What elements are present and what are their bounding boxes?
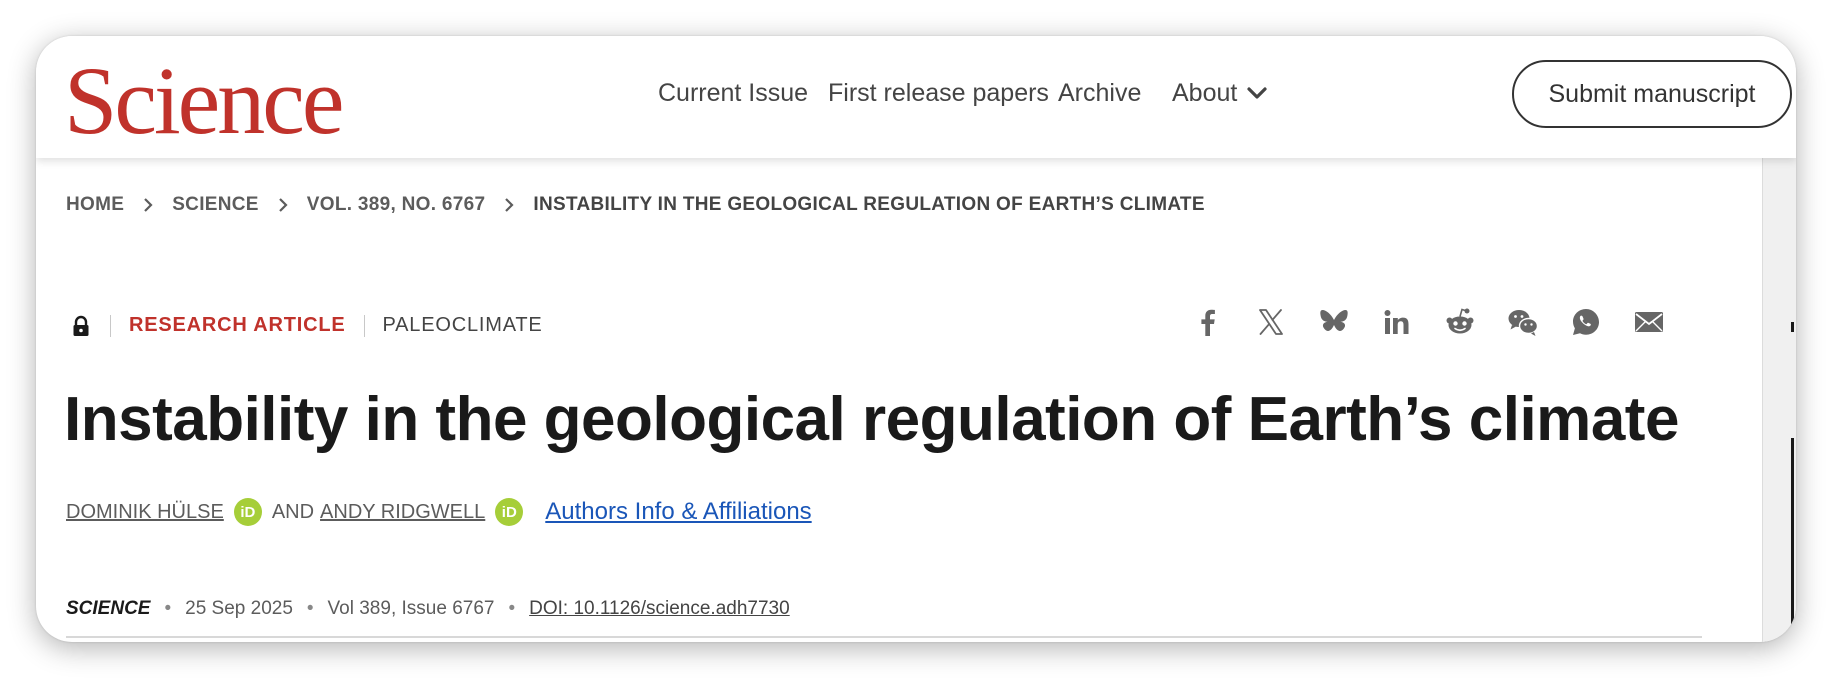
x-icon[interactable] bbox=[1255, 306, 1287, 338]
author-list: DOMINIK HÜLSE iD AND ANDY RIDGWELL iD Au… bbox=[66, 498, 812, 526]
citation-row: SCIENCE • 25 Sep 2025 • Vol 389, Issue 6… bbox=[66, 598, 790, 620]
author-link[interactable]: ANDY RIDGWELL bbox=[320, 501, 485, 524]
chevron-right-icon bbox=[485, 197, 533, 213]
nav-first-release-papers[interactable]: First release papers bbox=[828, 76, 1049, 110]
bluesky-icon[interactable] bbox=[1318, 306, 1350, 338]
breadcrumb-current: INSTABILITY IN THE GEOLOGICAL REGULATION… bbox=[533, 194, 1205, 215]
volume-issue: Vol 389, Issue 6767 bbox=[327, 598, 495, 619]
author-link[interactable]: DOMINIK HÜLSE bbox=[66, 501, 224, 524]
sidebar-tick bbox=[1791, 322, 1794, 332]
email-icon[interactable] bbox=[1633, 306, 1665, 338]
orcid-icon[interactable]: iD bbox=[495, 498, 524, 526]
chevron-right-icon bbox=[259, 197, 307, 213]
nav-current-issue[interactable]: Current Issue bbox=[658, 76, 808, 110]
orcid-icon[interactable]: iD bbox=[233, 498, 262, 526]
share-bar bbox=[1192, 306, 1696, 338]
linkedin-icon[interactable] bbox=[1381, 306, 1413, 338]
section-divider bbox=[66, 636, 1702, 638]
publication-date: 25 Sep 2025 bbox=[185, 598, 293, 619]
nav-about-label: About bbox=[1172, 79, 1238, 107]
subject-link[interactable]: PALEOCLIMATE bbox=[383, 314, 543, 337]
breadcrumb-home[interactable]: HOME bbox=[66, 194, 124, 216]
breadcrumb: HOME SCIENCE VOL. 389, NO. 6767 INSTABIL… bbox=[66, 194, 1205, 216]
divider bbox=[110, 314, 111, 337]
chevron-down-icon bbox=[1247, 87, 1267, 99]
facebook-icon[interactable] bbox=[1192, 306, 1224, 338]
nav-archive[interactable]: Archive bbox=[1058, 76, 1141, 110]
separator-dot: • bbox=[508, 598, 516, 619]
whatsapp-icon[interactable] bbox=[1570, 306, 1602, 338]
separator-dot: • bbox=[306, 598, 314, 619]
breadcrumb-volume[interactable]: VOL. 389, NO. 6767 bbox=[307, 194, 486, 216]
author-conjunction: AND bbox=[271, 500, 315, 523]
reddit-icon[interactable] bbox=[1444, 306, 1476, 338]
divider bbox=[363, 314, 365, 337]
wechat-icon[interactable] bbox=[1507, 306, 1539, 338]
breadcrumb-science[interactable]: SCIENCE bbox=[172, 194, 259, 216]
doi-link[interactable]: DOI: 10.1126/science.adh7730 bbox=[529, 598, 790, 620]
nav-about[interactable]: About bbox=[1172, 76, 1269, 110]
site-header: Science Current Issue First release pape… bbox=[36, 36, 1796, 158]
chevron-right-icon bbox=[124, 197, 172, 213]
authors-info-affiliations-link[interactable]: Authors Info & Affiliations bbox=[545, 498, 811, 526]
submit-manuscript-button[interactable]: Submit manuscript bbox=[1512, 60, 1792, 128]
right-sidebar-edge bbox=[1762, 158, 1796, 642]
journal-name: SCIENCE bbox=[66, 598, 151, 619]
article-title: Instability in the geological regulation… bbox=[64, 385, 1679, 454]
article-meta-row: RESEARCH ARTICLE PALEOCLIMATE bbox=[66, 314, 543, 337]
separator-dot: • bbox=[164, 598, 172, 619]
browser-window: Science Current Issue First release pape… bbox=[36, 36, 1796, 642]
sidebar-indicator bbox=[1791, 438, 1794, 628]
lock-icon bbox=[73, 315, 89, 336]
article-type-label: RESEARCH ARTICLE bbox=[129, 314, 346, 336]
